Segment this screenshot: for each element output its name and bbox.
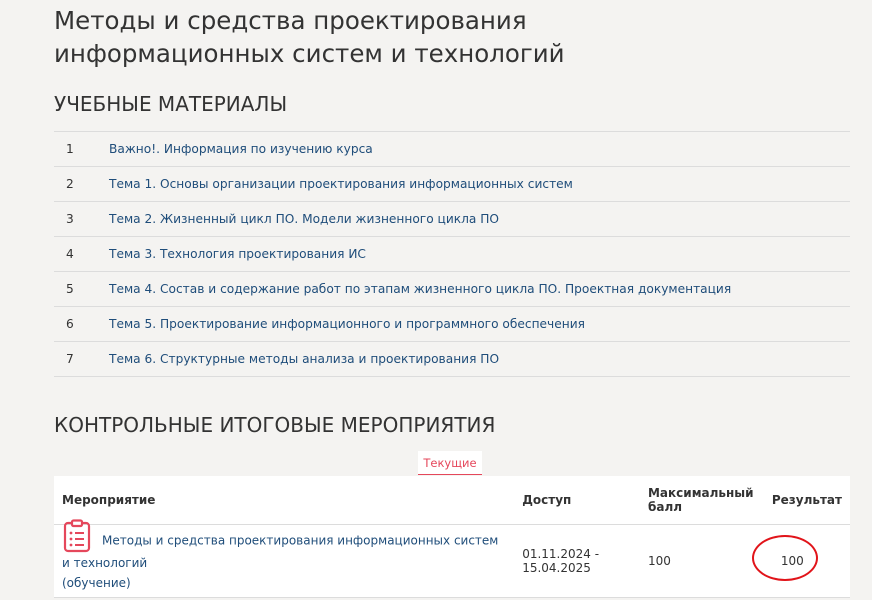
column-header-access: Доступ [514, 476, 640, 525]
material-link[interactable]: Тема 1. Основы организации проектировани… [109, 177, 573, 191]
page-container: Методы и средства проектирования информа… [54, 0, 850, 598]
material-number: 2 [66, 177, 74, 191]
table-row: Методы и средства проектирования информа… [54, 519, 850, 598]
column-header-max-score: Максимальный балл [639, 476, 764, 525]
material-row: 6 Тема 5. Проектирование информационного… [54, 307, 850, 342]
material-link[interactable]: Тема 5. Проектирование информационного и… [109, 317, 585, 331]
tab-current[interactable]: Текущие [418, 451, 482, 475]
access-end: 15.04.2025 [522, 561, 591, 575]
material-link[interactable]: Тема 2. Жизненный цикл ПО. Модели жизнен… [109, 212, 499, 226]
material-row: 3 Тема 2. Жизненный цикл ПО. Модели жизн… [54, 202, 850, 237]
material-number: 1 [66, 142, 74, 156]
course-title: Методы и средства проектирования информа… [54, 0, 850, 70]
max-score-cell: 100 [639, 524, 764, 598]
course-title-line2: информационных систем и технологий [54, 39, 565, 68]
event-title-link[interactable]: Методы и средства проектирования информа… [62, 534, 498, 571]
event-subtitle-link[interactable]: (обучение) [62, 576, 131, 590]
clipboard-list-icon[interactable] [62, 519, 92, 553]
max-score-header-line1: Максимальный [647, 486, 754, 500]
material-link[interactable]: Тема 3. Технология проектирования ИС [109, 247, 366, 261]
material-row: 7 Тема 6. Структурные методы анализа и п… [54, 342, 850, 377]
events-heading: КОНТРОЛЬНЫЕ ИТОГОВЫЕ МЕРОПРИЯТИЯ [54, 413, 496, 437]
material-number: 5 [66, 282, 74, 296]
material-row: 2 Тема 1. Основы организации проектирова… [54, 167, 850, 202]
material-link[interactable]: Важно!. Информация по изучению курса [109, 142, 373, 156]
column-header-event: Мероприятие [54, 476, 515, 525]
course-title-line1: Методы и средства проектирования [54, 6, 527, 35]
result-cell: 100 [751, 524, 850, 598]
access-cell: 01.11.2024 - 15.04.2025 [514, 524, 640, 598]
table-header-row: Мероприятие Доступ Максимальный балл Рез… [54, 476, 850, 525]
material-number: 7 [66, 352, 74, 366]
material-row: 4 Тема 3. Технология проектирования ИС [54, 237, 850, 272]
events-table: Мероприятие Доступ Максимальный балл Рез… [54, 476, 850, 598]
material-number: 4 [66, 247, 74, 261]
materials-list: 1 Важно!. Информация по изучению курса 2… [54, 131, 850, 377]
material-row: 5 Тема 4. Состав и содержание работ по э… [54, 272, 850, 307]
event-cell: Методы и средства проектирования информа… [54, 519, 515, 598]
access-start: 01.11.2024 - [522, 547, 600, 561]
materials-heading: УЧЕБНЫЕ МАТЕРИАЛЫ [54, 92, 288, 116]
material-row: 1 Важно!. Информация по изучению курса [54, 132, 850, 167]
material-link[interactable]: Тема 4. Состав и содержание работ по эта… [109, 282, 731, 296]
material-number: 6 [66, 317, 74, 331]
result-value: 100 [780, 554, 804, 568]
max-score-header-line2: балл [647, 500, 683, 514]
column-header-result: Результат [763, 476, 850, 525]
material-number: 3 [66, 212, 74, 226]
material-link[interactable]: Тема 6. Структурные методы анализа и про… [109, 352, 499, 366]
